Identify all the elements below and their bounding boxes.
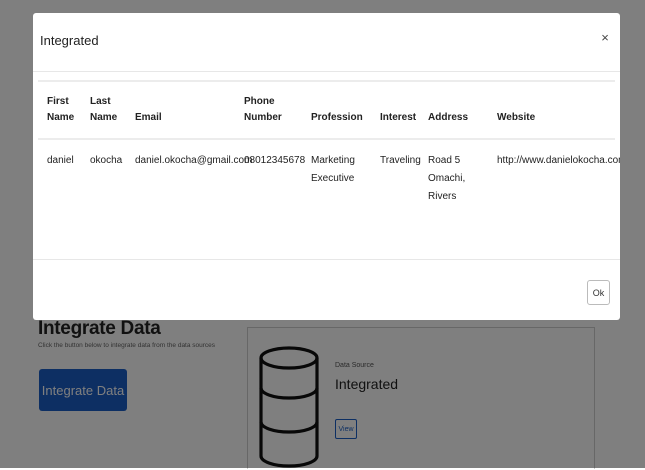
table-container: First Name Last Name Email Phone Number …: [38, 80, 620, 206]
modal-header: Integrated ×: [33, 13, 620, 72]
cell-address: Road 5 Omachi, Rivers: [428, 155, 466, 202]
column-header-phone-number: Phone Number: [244, 96, 282, 123]
integrated-data-table: First Name Last Name Email Phone Number …: [38, 80, 620, 206]
modal-title: Integrated: [40, 33, 99, 48]
column-header-profession: Profession: [311, 112, 363, 123]
cell-email: daniel.okocha@gmail.com: [135, 155, 253, 166]
integrated-modal: Integrated × First Name Last Name Email …: [33, 13, 620, 320]
cell-first-name: daniel: [47, 155, 74, 166]
column-header-interest: Interest: [380, 112, 417, 123]
column-header-last-name: Last Name: [90, 96, 118, 123]
ok-button[interactable]: Ok: [587, 280, 610, 305]
column-header-address: Address: [428, 112, 469, 123]
modal-body: First Name Last Name Email Phone Number …: [33, 72, 620, 259]
table-header-row: First Name Last Name Email Phone Number …: [38, 81, 615, 139]
close-button[interactable]: ×: [598, 30, 612, 46]
modal-footer: Ok: [33, 259, 620, 320]
cell-website: http://www.danielokocha.com: [497, 155, 620, 166]
cell-interest: Traveling: [380, 155, 421, 166]
table-row: daniel okocha daniel.okocha@gmail.com 08…: [38, 139, 620, 206]
cell-profession: Marketing Executive: [311, 155, 355, 184]
column-header-email: Email: [135, 112, 162, 123]
cell-phone: 08012345678: [244, 155, 306, 166]
column-header-website: Website: [497, 112, 536, 123]
column-header-first-name: First Name: [47, 96, 75, 123]
cell-last-name: okocha: [90, 155, 123, 166]
